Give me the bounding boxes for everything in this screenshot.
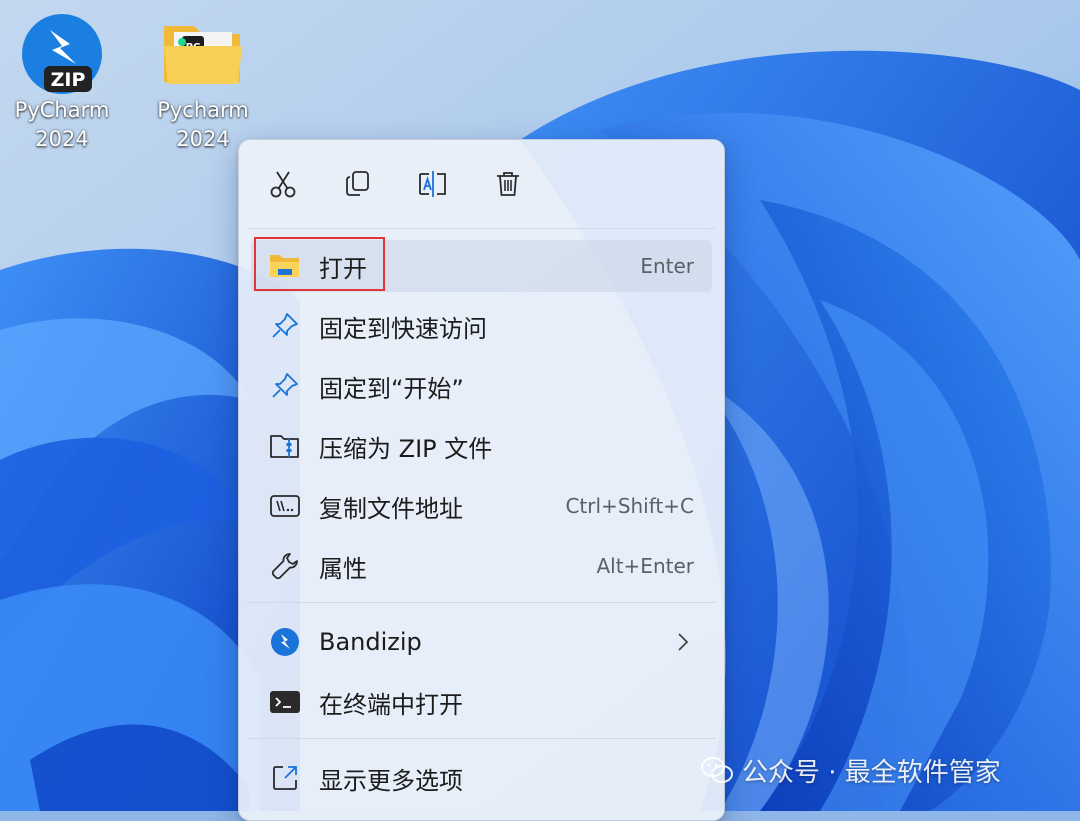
pin-icon	[267, 368, 303, 404]
menu-item-pin-quick-access[interactable]: 固定到快速访问	[251, 300, 712, 352]
menu-item-copy-path[interactable]: 复制文件地址 Ctrl+Shift+C	[251, 480, 712, 532]
svg-text:ZIP: ZIP	[51, 69, 86, 91]
menu-item-shortcut: Ctrl+Shift+C	[565, 494, 694, 518]
rename-button[interactable]	[411, 162, 455, 206]
menu-item-label: 属性	[319, 554, 367, 583]
menu-separator	[247, 738, 716, 739]
wechat-icon	[701, 757, 733, 783]
menu-item-label: 复制文件地址	[319, 494, 463, 523]
delete-button[interactable]	[486, 162, 530, 206]
context-menu-toolbar	[239, 140, 724, 228]
cut-icon	[270, 171, 296, 198]
terminal-icon	[267, 684, 303, 720]
menu-item-properties[interactable]: 属性 Alt+Enter	[251, 540, 712, 592]
chevron-right-icon	[678, 633, 689, 651]
desktop-icon-pycharm-folder[interactable]: PC Pycharm 2024	[151, 12, 255, 154]
rename-icon	[419, 171, 446, 197]
menu-item-shortcut: Enter	[640, 254, 694, 278]
show-more-icon	[267, 760, 303, 796]
menu-item-compress-zip[interactable]: 压缩为 ZIP 文件	[251, 420, 712, 472]
menu-separator	[247, 228, 716, 229]
menu-item-open-terminal[interactable]: 在终端中打开	[251, 676, 712, 728]
copy-path-icon	[267, 488, 303, 524]
wrench-icon	[267, 548, 303, 584]
copy-icon	[346, 171, 369, 196]
menu-item-pin-start[interactable]: 固定到“开始”	[251, 360, 712, 412]
menu-item-shortcut: Alt+Enter	[596, 554, 694, 578]
delete-icon	[497, 172, 519, 196]
desktop-icon-label: PyCharm 2024	[14, 98, 110, 151]
menu-item-label: 固定到快速访问	[319, 314, 487, 343]
bandizip-zip-archive-icon: ZIP	[22, 14, 102, 94]
menu-separator	[247, 602, 716, 603]
highlight-annotation-box	[254, 237, 385, 291]
cut-button[interactable]	[261, 162, 305, 206]
menu-item-bandizip[interactable]: Bandizip	[251, 616, 712, 668]
pin-icon	[267, 308, 303, 344]
copy-button[interactable]	[336, 162, 380, 206]
menu-item-show-more-options[interactable]: 显示更多选项	[251, 752, 712, 804]
watermark-text: 公众号 · 最全软件管家	[742, 757, 1001, 788]
menu-item-label: 在终端中打开	[319, 690, 463, 719]
menu-item-label: 固定到“开始”	[319, 374, 464, 403]
folder-icon: PC	[164, 26, 242, 84]
menu-item-label: 压缩为 ZIP 文件	[319, 434, 493, 463]
desktop-icon-pycharm-zip[interactable]: ZIP PyCharm 2024	[10, 12, 114, 154]
zip-icon	[267, 428, 303, 464]
menu-item-label: 显示更多选项	[319, 766, 463, 795]
watermark: 公众号 · 最全软件管家	[700, 750, 1001, 790]
menu-item-label: Bandizip	[319, 628, 422, 656]
bandizip-icon	[267, 624, 303, 660]
